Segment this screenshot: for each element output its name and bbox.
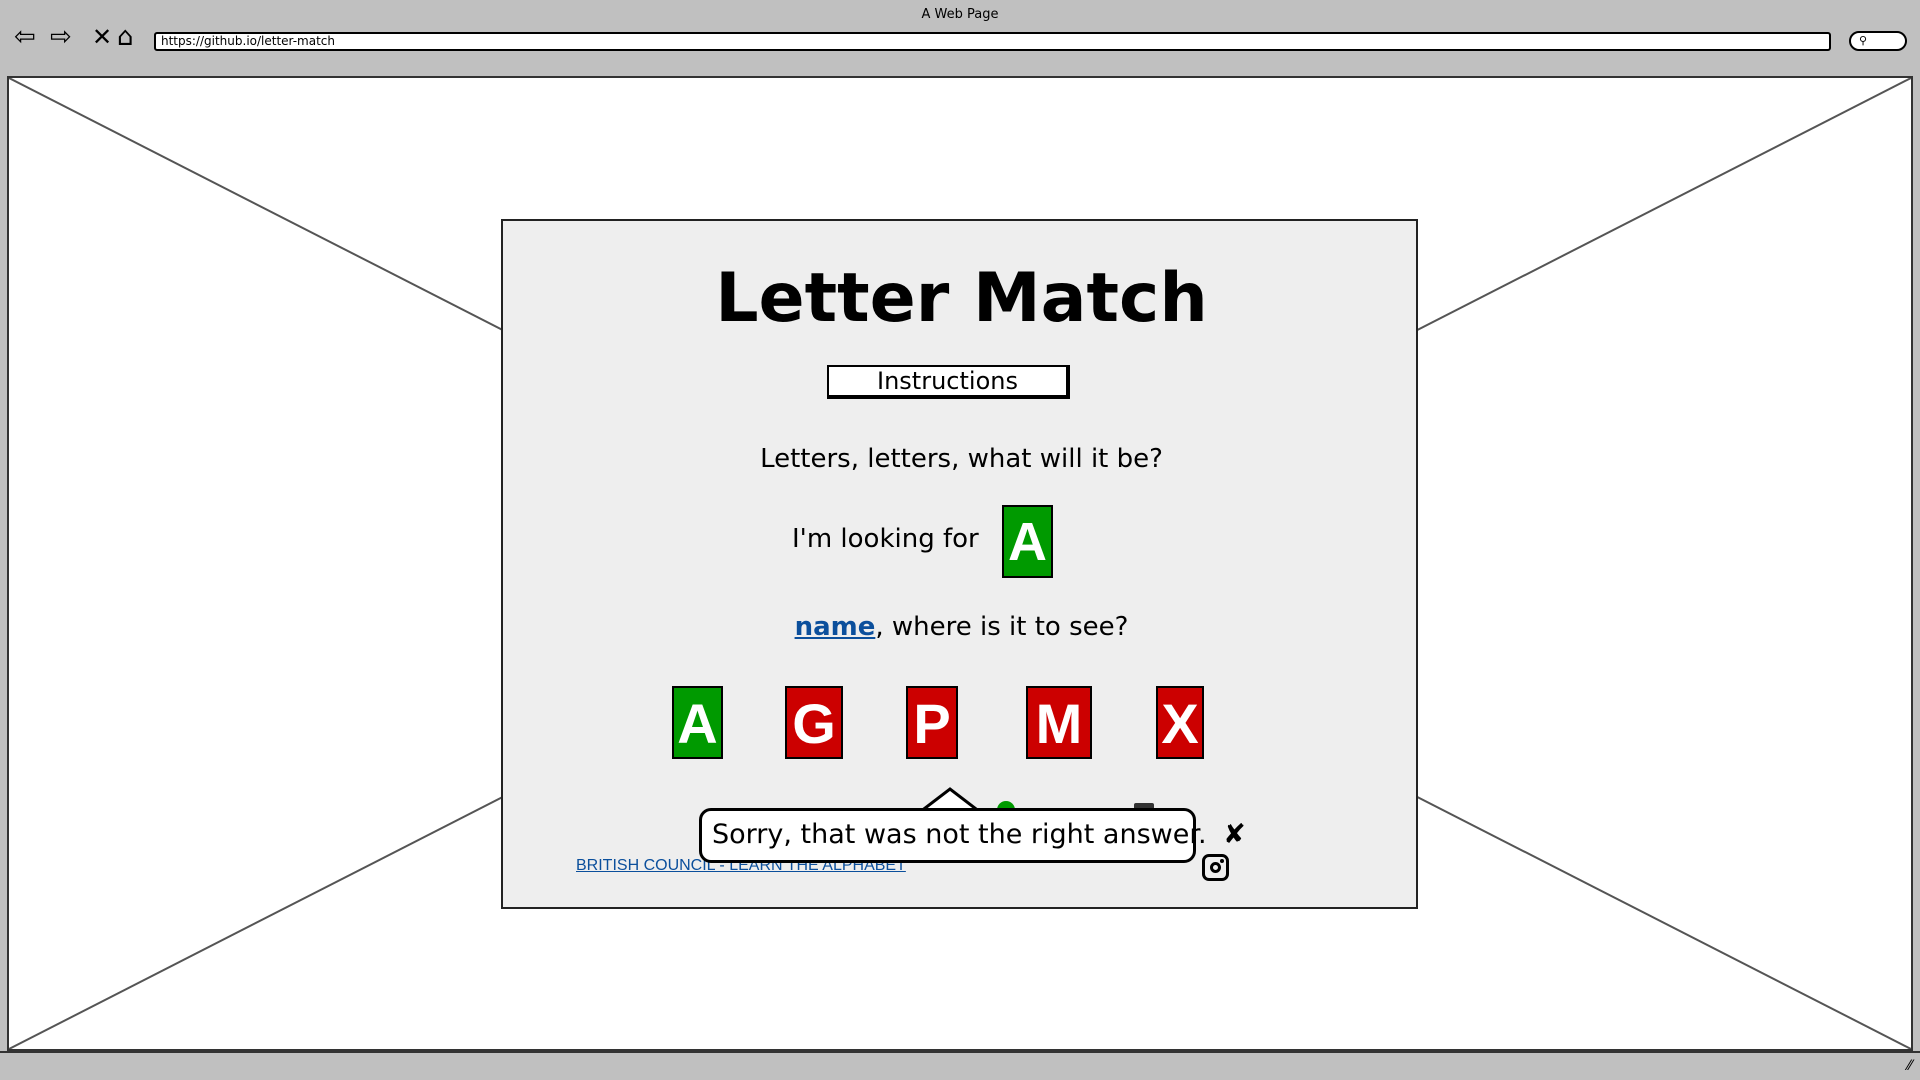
rhyme-line-2: name, where is it to see? [503, 612, 1420, 642]
resize-handle-icon[interactable]: ⁄⁄ [1907, 1058, 1912, 1074]
letter-option-a[interactable]: A [672, 686, 723, 759]
name-link[interactable]: name [795, 612, 876, 642]
letter-option-x[interactable]: X [1156, 686, 1204, 759]
rhyme-line-1: Letters, letters, what will it be? [760, 444, 1163, 474]
feedback-message: Sorry, that was not the right answer. [712, 819, 1207, 850]
instructions-button[interactable]: Instructions [827, 365, 1070, 399]
letter-option-p[interactable]: P [906, 686, 958, 759]
close-icon[interactable]: ✘ [1223, 819, 1246, 850]
search-button[interactable]: ⚲ [1849, 31, 1907, 51]
status-bar [0, 1051, 1920, 1080]
back-icon[interactable]: ⇦ [14, 22, 36, 52]
letter-option-m[interactable]: M [1026, 686, 1092, 759]
game-card: Letter Match Instructions Letters, lette… [501, 219, 1418, 909]
home-icon[interactable]: ⌂ [117, 22, 134, 52]
feedback-tooltip: Sorry, that was not the right answer. ✘ [699, 808, 1246, 863]
target-letter: A [1002, 505, 1053, 578]
search-icon: ⚲ [1859, 34, 1868, 47]
looking-for-label: I'm looking for [792, 524, 979, 554]
stop-icon[interactable]: ✕ [92, 22, 112, 52]
rhyme-line-2-text: , where is it to see? [875, 612, 1129, 642]
page-title: Letter Match [715, 259, 1208, 338]
address-bar[interactable]: https://github.io/letter-match [154, 32, 1831, 51]
forward-icon[interactable]: ⇨ [50, 22, 72, 52]
window-title: A Web Page [921, 7, 999, 22]
letter-option-g[interactable]: G [785, 686, 843, 759]
